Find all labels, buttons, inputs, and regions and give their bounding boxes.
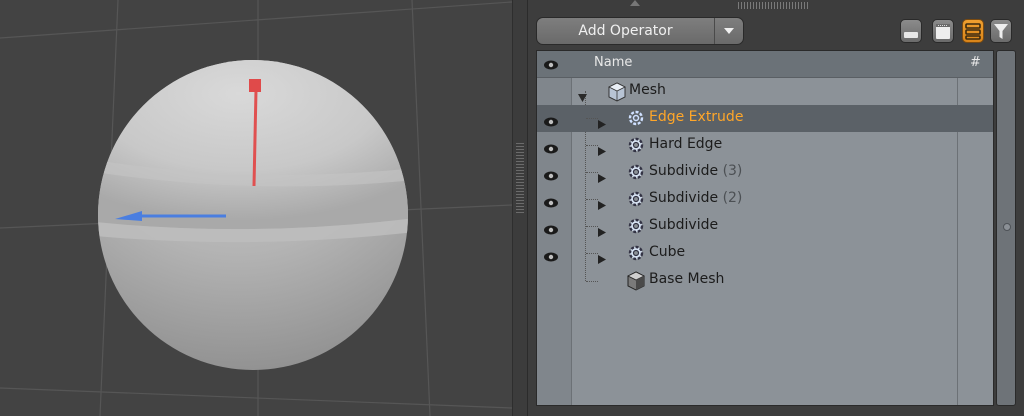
item-label: Subdivide xyxy=(649,217,719,233)
eye-icon[interactable] xyxy=(543,221,559,240)
item-label: Hard Edge xyxy=(649,136,723,152)
item-name: Subdivide xyxy=(649,190,719,206)
item-count: (2) xyxy=(722,190,743,206)
expand-right-icon[interactable] xyxy=(598,249,606,268)
filter-icon[interactable] xyxy=(990,19,1012,43)
tree-connector xyxy=(586,145,598,146)
chevron-down-icon[interactable] xyxy=(715,27,743,35)
splitter-grip[interactable] xyxy=(516,143,524,213)
3d-viewport[interactable] xyxy=(0,0,512,416)
clipboard-icon[interactable] xyxy=(932,19,954,43)
item-count: (3) xyxy=(722,163,743,179)
tree-connector xyxy=(586,226,598,227)
list-item-mesh[interactable]: Mesh xyxy=(537,78,993,105)
gear-icon xyxy=(627,190,645,212)
eye-icon[interactable] xyxy=(543,194,559,213)
scrollbar-handle[interactable] xyxy=(1003,223,1011,231)
eye-icon[interactable] xyxy=(543,113,559,132)
minus-icon[interactable] xyxy=(900,19,922,43)
list-scrollbar[interactable] xyxy=(996,50,1016,406)
name-column-header[interactable]: Name xyxy=(594,55,632,70)
expand-down-icon[interactable] xyxy=(578,87,587,106)
list-view-icon[interactable] xyxy=(962,19,984,43)
x-axis-cube xyxy=(249,79,261,92)
item-label: Base Mesh xyxy=(649,271,725,287)
item-label: Subdivide (2) xyxy=(649,190,742,206)
list-item-edge-extrude[interactable]: Edge Extrude xyxy=(537,105,993,133)
eye-icon[interactable] xyxy=(543,167,559,186)
panel-splitter[interactable] xyxy=(512,0,528,416)
list-item-subdivide[interactable]: Subdivide xyxy=(537,213,993,240)
item-label: Subdivide (3) xyxy=(649,163,742,179)
list-item-base-mesh[interactable]: Base Mesh xyxy=(537,267,993,294)
item-name: Subdivide xyxy=(649,163,719,179)
mesh-cube-icon xyxy=(607,82,627,106)
list-item-subdivide-3[interactable]: Subdivide (3) xyxy=(537,159,993,186)
gear-icon xyxy=(627,244,645,266)
item-label: Mesh xyxy=(629,82,666,98)
gear-icon xyxy=(627,136,645,158)
operator-list[interactable]: Name # Mesh Edge Extrude Hard Edge Subdi… xyxy=(536,50,994,406)
mesh-cube-icon xyxy=(626,271,646,295)
panel-resize-grip[interactable] xyxy=(738,2,810,9)
x-axis-handle xyxy=(252,89,258,187)
eye-icon[interactable] xyxy=(543,248,559,267)
tree-connector xyxy=(586,172,598,173)
add-operator-button[interactable]: Add Operator xyxy=(536,17,744,45)
list-item-hard-edge[interactable]: Hard Edge xyxy=(537,132,993,159)
count-column-header[interactable]: # xyxy=(970,55,981,70)
expand-right-icon[interactable] xyxy=(598,141,606,160)
tree-connector xyxy=(586,199,598,200)
expand-right-icon[interactable] xyxy=(598,168,606,187)
gear-icon xyxy=(627,217,645,239)
expand-right-icon[interactable] xyxy=(598,195,606,214)
list-header: Name # xyxy=(537,51,993,78)
collapse-arrow-icon[interactable] xyxy=(630,0,640,6)
gear-icon xyxy=(627,163,645,185)
item-label: Edge Extrude xyxy=(649,109,744,125)
tree-connector xyxy=(586,281,598,282)
expand-right-icon[interactable] xyxy=(598,114,606,133)
list-item-subdivide-2[interactable]: Subdivide (2) xyxy=(537,186,993,213)
expand-right-icon[interactable] xyxy=(598,222,606,241)
mesh-operations-panel: Add Operator Name # Mesh Edge Extrude Ha… xyxy=(528,0,1024,416)
gear-icon xyxy=(627,109,645,131)
add-operator-label: Add Operator xyxy=(578,23,673,39)
eye-icon[interactable] xyxy=(543,56,559,75)
item-label: Cube xyxy=(649,244,686,260)
tree-connector xyxy=(586,118,598,119)
tree-connector xyxy=(586,253,598,254)
eye-icon[interactable] xyxy=(543,140,559,159)
list-item-cube[interactable]: Cube xyxy=(537,240,993,267)
